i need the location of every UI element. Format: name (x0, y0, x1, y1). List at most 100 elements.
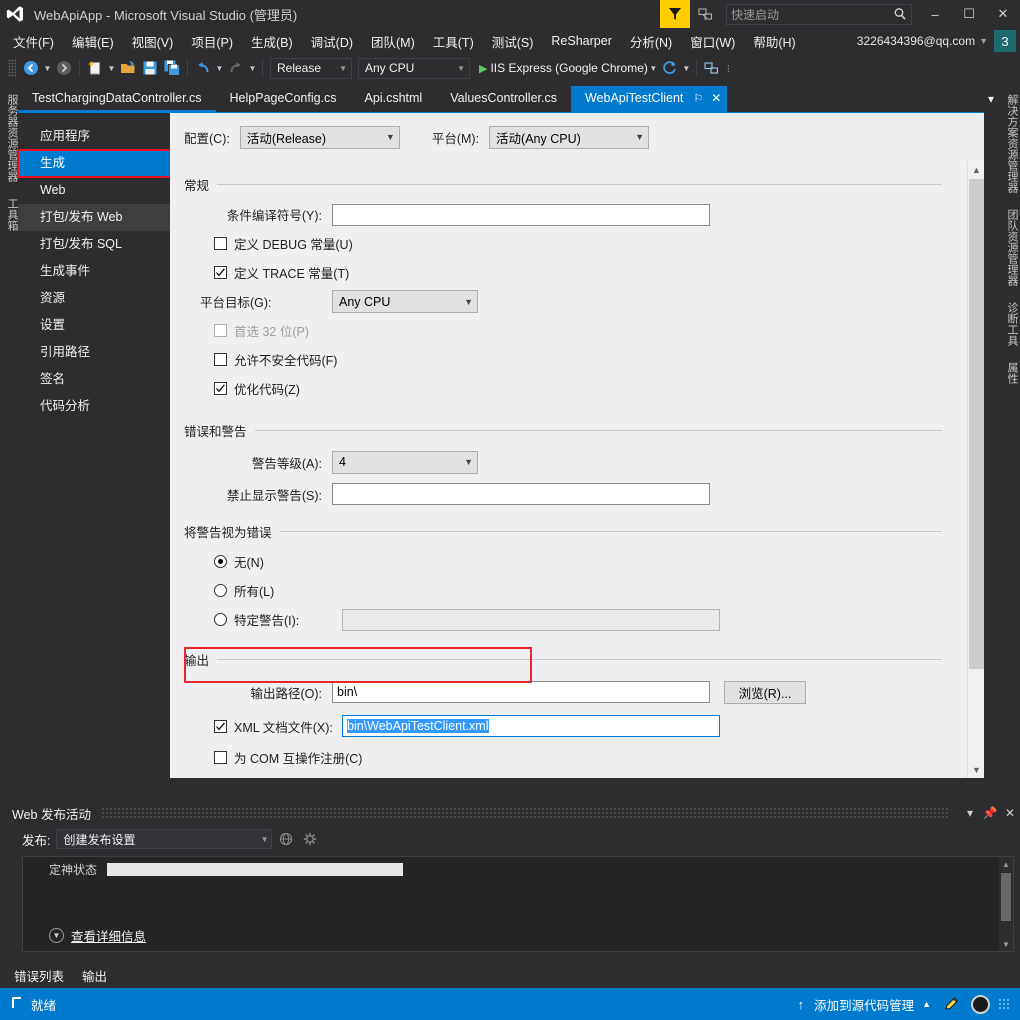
menu-item-resharper[interactable]: ReSharper (542, 30, 620, 52)
toolbar-overflow-icon[interactable]: ⋮ (723, 64, 734, 73)
allow-unsafe-checkbox[interactable] (214, 353, 227, 366)
platform-target-combo[interactable]: Any CPU ▼ (332, 290, 478, 313)
scroll-up-icon[interactable]: ▲ (968, 161, 984, 178)
publish-activity-scrollbar[interactable]: ▲ ▼ (999, 857, 1013, 951)
nav-item-package-publish-sql[interactable]: 打包/发布 SQL (18, 231, 170, 258)
toolbar-grip[interactable] (8, 59, 16, 77)
close-button[interactable]: ✕ (986, 0, 1020, 28)
tab-error-list[interactable]: 错误列表 (14, 966, 64, 985)
nav-item-reference-paths[interactable]: 引用路径 (18, 339, 170, 366)
browse-button[interactable]: 浏览(R)... (724, 680, 806, 704)
menu-item-team[interactable]: 团队(M) (362, 28, 424, 55)
navigate-forward-icon[interactable] (53, 57, 75, 79)
tab-output[interactable]: 输出 (82, 966, 107, 985)
nav-item-resources[interactable]: 资源 (18, 285, 170, 312)
com-interop-checkbox[interactable] (214, 751, 227, 764)
publish-settings-gear-icon[interactable] (300, 829, 320, 849)
scroll-up-icon[interactable]: ▲ (999, 857, 1013, 871)
maximize-button[interactable]: ☐ (952, 0, 986, 28)
panel-close-icon[interactable]: ✕ (1000, 806, 1020, 820)
scrollbar-thumb[interactable] (1001, 873, 1011, 921)
com-interop-row[interactable]: 为 COM 互操作注册(C) (184, 743, 942, 772)
redo-icon[interactable] (225, 57, 247, 79)
pin-icon[interactable]: 📌 (980, 806, 1000, 820)
close-icon[interactable]: ✕ (711, 91, 721, 105)
refresh-dropdown-icon[interactable]: ▼ (681, 64, 692, 73)
menu-item-build[interactable]: 生成(B) (242, 28, 302, 55)
dock-tab-diagnostic-tools[interactable]: 诊断工具 (1002, 294, 1020, 354)
menu-item-window[interactable]: 窗口(W) (681, 28, 744, 55)
chevron-down-circle-icon[interactable]: ▼ (49, 928, 64, 943)
run-target-dropdown-icon[interactable]: ▼ (648, 64, 659, 73)
nav-item-application[interactable]: 应用程序 (18, 123, 170, 150)
minimize-button[interactable]: – (918, 0, 952, 28)
xml-doc-file-row[interactable]: XML 文档文件(X): bin\WebApiTestClient.xml (184, 709, 942, 743)
menu-item-file[interactable]: 文件(F) (4, 28, 63, 55)
menu-item-edit[interactable]: 编辑(E) (63, 28, 123, 55)
dock-tab-solution-explorer[interactable]: 解决方案资源管理器 (1002, 86, 1020, 201)
dock-tab-server-explorer[interactable]: 服务器资源管理器 (0, 86, 18, 190)
avatar[interactable]: 3 (994, 30, 1016, 52)
allow-unsafe-row[interactable]: 允许不安全代码(F) (184, 345, 942, 374)
define-debug-checkbox[interactable] (214, 237, 227, 250)
nav-item-code-analysis[interactable]: 代码分析 (18, 393, 170, 420)
output-path-input[interactable]: bin\ (332, 681, 710, 703)
panel-drag-dots[interactable] (100, 807, 950, 819)
define-trace-row[interactable]: 定义 TRACE 常量(T) (184, 258, 942, 287)
treat-warnings-all-row[interactable]: 所有(L) (184, 576, 942, 605)
scrollbar-thumb[interactable] (969, 179, 984, 669)
scroll-down-icon[interactable]: ▼ (999, 937, 1013, 951)
publish-profile-combo[interactable]: 创建发布设置 ▼ (56, 829, 273, 849)
document-tab-webapitestclient[interactable]: WebApiTestClient ⚐ ✕ (570, 86, 728, 112)
treat-warnings-none-radio[interactable] (214, 555, 227, 568)
chevron-down-icon[interactable]: ▼ (979, 36, 988, 46)
menu-item-project[interactable]: 项目(P) (182, 28, 242, 55)
navigate-back-dropdown-icon[interactable]: ▼ (42, 64, 53, 73)
configuration-combo[interactable]: 活动(Release) ▼ (239, 125, 400, 149)
document-tab-valuescontroller[interactable]: ValuesController.cs (436, 86, 571, 112)
chevron-up-icon[interactable]: ▲ (922, 999, 931, 1009)
solution-platform-combo[interactable]: Any CPU ▼ (358, 57, 470, 79)
build-page-scrollbar[interactable]: ▲ ▼ (967, 161, 984, 778)
quick-launch-search[interactable]: 快速启动 (726, 3, 912, 25)
platform-combo[interactable]: 活动(Any CPU) ▼ (489, 125, 650, 149)
optimize-code-checkbox[interactable] (214, 382, 227, 395)
refresh-icon[interactable] (659, 57, 681, 79)
nav-item-build[interactable]: 生成 (17, 149, 171, 178)
treat-warnings-specific-radio[interactable] (214, 613, 227, 626)
send-feedback-icon[interactable] (660, 0, 690, 28)
resize-grip[interactable] (998, 998, 1010, 1010)
warning-level-combo[interactable]: 4 ▼ (332, 450, 478, 474)
treat-warnings-specific-row[interactable]: 特定警告(I): (184, 605, 942, 634)
define-debug-row[interactable]: 定义 DEBUG 常量(U) (184, 229, 942, 258)
redo-dropdown-icon[interactable]: ▼ (247, 64, 258, 73)
treat-warnings-none-row[interactable]: 无(N) (184, 547, 942, 576)
run-target-label[interactable]: IIS Express (Google Chrome) (490, 61, 647, 75)
dock-tab-properties[interactable]: 属性 (1002, 354, 1020, 392)
notifications-toolbar-icon[interactable] (701, 57, 723, 79)
panel-menu-icon[interactable]: ▾ (960, 806, 980, 820)
document-tab-helppageconfig[interactable]: HelpPageConfig.cs (216, 86, 351, 112)
nav-item-package-publish-web[interactable]: 打包/发布 Web (18, 204, 170, 231)
optimize-code-row[interactable]: 优化代码(Z) (184, 374, 942, 403)
new-project-dropdown-icon[interactable]: ▼ (106, 64, 117, 73)
notification-circle-icon[interactable] (971, 994, 990, 1014)
conditional-symbols-input[interactable] (332, 203, 710, 226)
define-trace-checkbox[interactable] (214, 266, 227, 279)
xml-doc-file-checkbox[interactable] (214, 719, 227, 733)
source-control-edit-icon[interactable] (941, 996, 963, 1012)
undo-icon[interactable] (192, 57, 214, 79)
dock-tab-team-explorer[interactable]: 团队资源管理器 (1002, 201, 1020, 294)
dock-tab-toolbox[interactable]: 工具箱 (0, 190, 18, 239)
view-details-row[interactable]: ▼ 查看详细信息 (49, 926, 146, 945)
nav-item-settings[interactable]: 设置 (18, 312, 170, 339)
account-area[interactable]: 3226434396@qq.com ▼ 3 (857, 28, 1016, 54)
document-tab-testchargingdatacontroller[interactable]: TestChargingDataController.cs (18, 86, 216, 112)
navigate-back-icon[interactable] (20, 57, 42, 79)
xml-doc-file-input[interactable]: bin\WebApiTestClient.xml (342, 715, 720, 737)
menu-item-view[interactable]: 视图(V) (123, 28, 183, 55)
tab-overflow-icon[interactable]: ▾ (980, 86, 1002, 112)
suppress-warnings-input[interactable] (332, 483, 710, 505)
menu-item-tools[interactable]: 工具(T) (424, 28, 483, 55)
undo-dropdown-icon[interactable]: ▼ (214, 64, 225, 73)
